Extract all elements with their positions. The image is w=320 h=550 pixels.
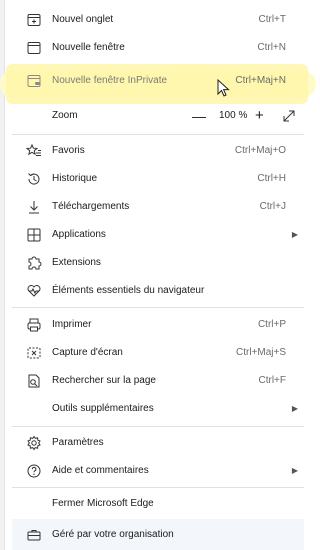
menu-item-favorites[interactable]: Favoris Ctrl+Maj+O [12, 138, 304, 164]
chevron-right-icon: ▶ [291, 230, 298, 239]
extensions-label: Extensions [52, 257, 101, 268]
find-shortcut: Ctrl+F [258, 375, 287, 386]
history-label: Historique [52, 173, 98, 184]
help-label: Aide et commentaires [52, 465, 149, 476]
inprivate-icon [26, 73, 42, 89]
find-label: Rechercher sur la page [52, 375, 156, 386]
separator [12, 426, 304, 427]
menu-item-new-inprivate-window[interactable]: Nouvelle fenêtre InPrivate Ctrl+Maj+N [12, 68, 304, 94]
menu-item-apps[interactable]: Applications ▶ [12, 222, 304, 248]
new-window-shortcut: Ctrl+N [257, 42, 286, 53]
menu-item-extensions[interactable]: Extensions [12, 250, 304, 276]
new-tab-shortcut: Ctrl+T [258, 14, 287, 25]
fullscreen-icon[interactable] [282, 109, 296, 123]
menu-item-new-window[interactable]: Nouvelle fenêtre Ctrl+N [12, 35, 304, 61]
screenshot-icon [26, 345, 42, 361]
help-icon [26, 463, 42, 479]
menu-item-new-tab[interactable]: Nouvel onglet Ctrl+T [12, 7, 304, 33]
zoom-label: Zoom [52, 110, 78, 121]
screenshot-shortcut: Ctrl+Maj+S [235, 347, 286, 358]
new-tab-label: Nouvel onglet [52, 14, 114, 25]
favorites-label: Favoris [52, 145, 85, 156]
print-label: Imprimer [52, 319, 92, 330]
menu-item-screenshot[interactable]: Capture d'écran Ctrl+Maj+S [12, 340, 304, 366]
gear-icon [26, 435, 42, 451]
menu-item-more-tools[interactable]: Outils supplémentaires ▶ [12, 396, 304, 422]
new-tab-icon [26, 12, 42, 28]
menu-item-print[interactable]: Imprimer Ctrl+P [12, 312, 304, 338]
managed-by-organization[interactable]: Géré par votre organisation [12, 519, 304, 550]
chevron-right-icon: ▶ [291, 404, 298, 413]
zoom-level: 100 % [219, 110, 248, 121]
more-tools-label: Outils supplémentaires [52, 403, 154, 414]
menu-item-downloads[interactable]: Téléchargements Ctrl+J [12, 194, 304, 220]
history-shortcut: Ctrl+H [257, 173, 286, 184]
heartbeat-icon [26, 283, 42, 299]
history-icon [26, 171, 42, 187]
print-shortcut: Ctrl+P [257, 319, 286, 330]
apps-icon [26, 227, 42, 243]
zoom-in-button[interactable]: + [255, 103, 264, 129]
browser-settings-menu: Nouvel onglet Ctrl+T Nouvelle fenêtre Ct… [0, 0, 316, 550]
window-icon [26, 40, 42, 56]
new-window-label: Nouvelle fenêtre [52, 42, 125, 53]
favorites-shortcut: Ctrl+Maj+O [234, 145, 286, 156]
separator [12, 487, 304, 488]
settings-label: Paramètres [52, 437, 104, 448]
print-icon [26, 317, 42, 333]
find-icon [26, 373, 42, 389]
inprivate-label: Nouvelle fenêtre InPrivate [52, 75, 168, 86]
screenshot-label: Capture d'écran [52, 347, 123, 358]
managed-label: Géré par votre organisation [52, 529, 174, 540]
chevron-right-icon: ▶ [291, 466, 298, 475]
separator [12, 134, 304, 135]
inprivate-shortcut: Ctrl+Maj+N [235, 75, 286, 86]
separator [12, 307, 304, 308]
mouse-cursor-icon [217, 78, 231, 99]
briefcase-icon [26, 527, 42, 543]
menu-item-find-on-page[interactable]: Rechercher sur la page Ctrl+F [12, 368, 304, 394]
download-icon [26, 199, 42, 215]
zoom-out-button[interactable]: — [192, 103, 206, 129]
menu-item-history[interactable]: Historique Ctrl+H [12, 166, 304, 192]
menu-item-browser-essentials[interactable]: Éléments essentiels du navigateur [12, 278, 304, 304]
downloads-shortcut: Ctrl+J [259, 201, 286, 212]
menu-item-zoom: Zoom — 100 % + [12, 103, 304, 129]
favorites-icon [26, 143, 42, 159]
menu-item-settings[interactable]: Paramètres [12, 430, 304, 456]
apps-label: Applications [52, 229, 106, 240]
menu-item-close-edge[interactable]: Fermer Microsoft Edge [12, 491, 304, 517]
close-edge-label: Fermer Microsoft Edge [52, 498, 154, 509]
extensions-icon [26, 255, 42, 271]
downloads-label: Téléchargements [52, 201, 130, 212]
menu-item-help[interactable]: Aide et commentaires ▶ [12, 458, 304, 484]
essentials-label: Éléments essentiels du navigateur [52, 285, 205, 296]
